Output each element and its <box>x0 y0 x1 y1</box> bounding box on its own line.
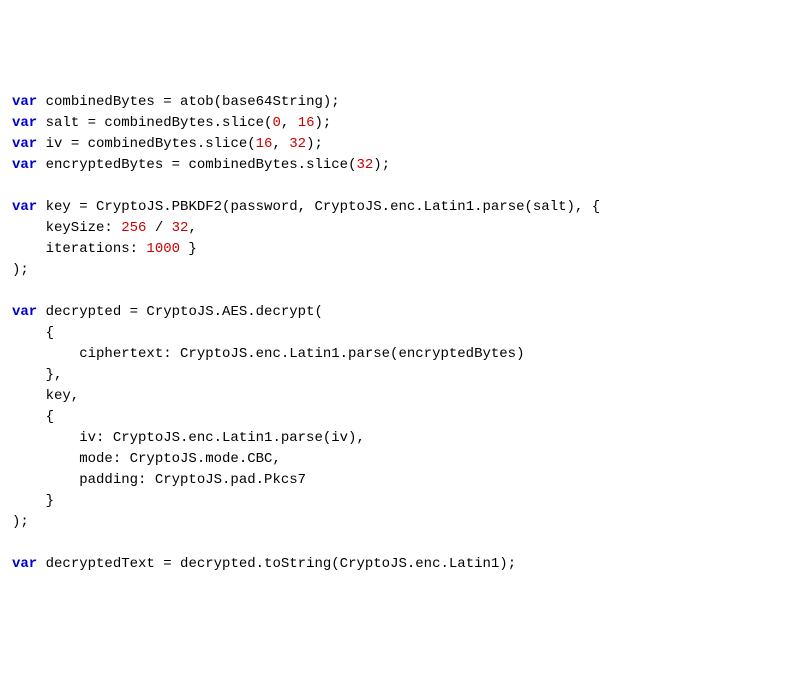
code-line: { <box>12 323 784 344</box>
code-token: , <box>188 220 196 236</box>
code-token: { <box>12 409 54 425</box>
code-line <box>12 281 784 302</box>
code-token: iv = combinedBytes.slice( <box>37 136 255 152</box>
keyword-token: var <box>12 115 37 131</box>
code-line: var iv = combinedBytes.slice(16, 32); <box>12 134 784 155</box>
code-token: decrypted = CryptoJS.AES.decrypt( <box>37 304 323 320</box>
code-token: , <box>272 136 289 152</box>
code-line <box>12 176 784 197</box>
code-line: var encryptedBytes = combinedBytes.slice… <box>12 155 784 176</box>
code-token: } <box>180 241 197 257</box>
code-line: } <box>12 491 784 512</box>
code-token: , <box>281 115 298 131</box>
code-token: key, <box>12 388 79 404</box>
code-token: mode: CryptoJS.mode.CBC, <box>12 451 281 467</box>
number-token: 16 <box>256 136 273 152</box>
code-token: } <box>12 493 54 509</box>
code-token: }, <box>12 367 62 383</box>
code-line: }, <box>12 365 784 386</box>
number-token: 32 <box>356 157 373 173</box>
code-token: encryptedBytes = combinedBytes.slice( <box>37 157 356 173</box>
code-token: keySize: <box>12 220 121 236</box>
code-token: ); <box>373 157 390 173</box>
code-line: { <box>12 407 784 428</box>
code-line: ); <box>12 260 784 281</box>
number-token: 1000 <box>146 241 180 257</box>
keyword-token: var <box>12 556 37 572</box>
code-block: var combinedBytes = atob(base64String);v… <box>12 92 784 575</box>
code-line: ciphertext: CryptoJS.enc.Latin1.parse(en… <box>12 344 784 365</box>
keyword-token: var <box>12 199 37 215</box>
code-token: decryptedText = decrypted.toString(Crypt… <box>37 556 516 572</box>
code-line <box>12 533 784 554</box>
code-line: var decrypted = CryptoJS.AES.decrypt( <box>12 302 784 323</box>
code-token: key = CryptoJS.PBKDF2(password, CryptoJS… <box>37 199 600 215</box>
code-token: ); <box>12 514 29 530</box>
code-line: keySize: 256 / 32, <box>12 218 784 239</box>
number-token: 256 <box>121 220 146 236</box>
code-token: { <box>12 325 54 341</box>
number-token: 16 <box>298 115 315 131</box>
code-line: var salt = combinedBytes.slice(0, 16); <box>12 113 784 134</box>
code-token: iterations: <box>12 241 146 257</box>
number-token: 0 <box>272 115 280 131</box>
number-token: 32 <box>172 220 189 236</box>
keyword-token: var <box>12 157 37 173</box>
code-token: ); <box>12 262 29 278</box>
code-line: mode: CryptoJS.mode.CBC, <box>12 449 784 470</box>
code-line: iterations: 1000 } <box>12 239 784 260</box>
code-line: ); <box>12 512 784 533</box>
code-token: ); <box>315 115 332 131</box>
code-token: / <box>146 220 171 236</box>
keyword-token: var <box>12 136 37 152</box>
code-token: ); <box>306 136 323 152</box>
code-line: var combinedBytes = atob(base64String); <box>12 92 784 113</box>
number-token: 32 <box>289 136 306 152</box>
code-token: iv: CryptoJS.enc.Latin1.parse(iv), <box>12 430 365 446</box>
code-line: var decryptedText = decrypted.toString(C… <box>12 554 784 575</box>
code-line: iv: CryptoJS.enc.Latin1.parse(iv), <box>12 428 784 449</box>
code-line: var key = CryptoJS.PBKDF2(password, Cryp… <box>12 197 784 218</box>
code-token: combinedBytes = atob(base64String); <box>37 94 339 110</box>
code-token: padding: CryptoJS.pad.Pkcs7 <box>12 472 306 488</box>
code-line: padding: CryptoJS.pad.Pkcs7 <box>12 470 784 491</box>
keyword-token: var <box>12 304 37 320</box>
code-token: ciphertext: CryptoJS.enc.Latin1.parse(en… <box>12 346 524 362</box>
code-token: salt = combinedBytes.slice( <box>37 115 272 131</box>
code-line: key, <box>12 386 784 407</box>
keyword-token: var <box>12 94 37 110</box>
